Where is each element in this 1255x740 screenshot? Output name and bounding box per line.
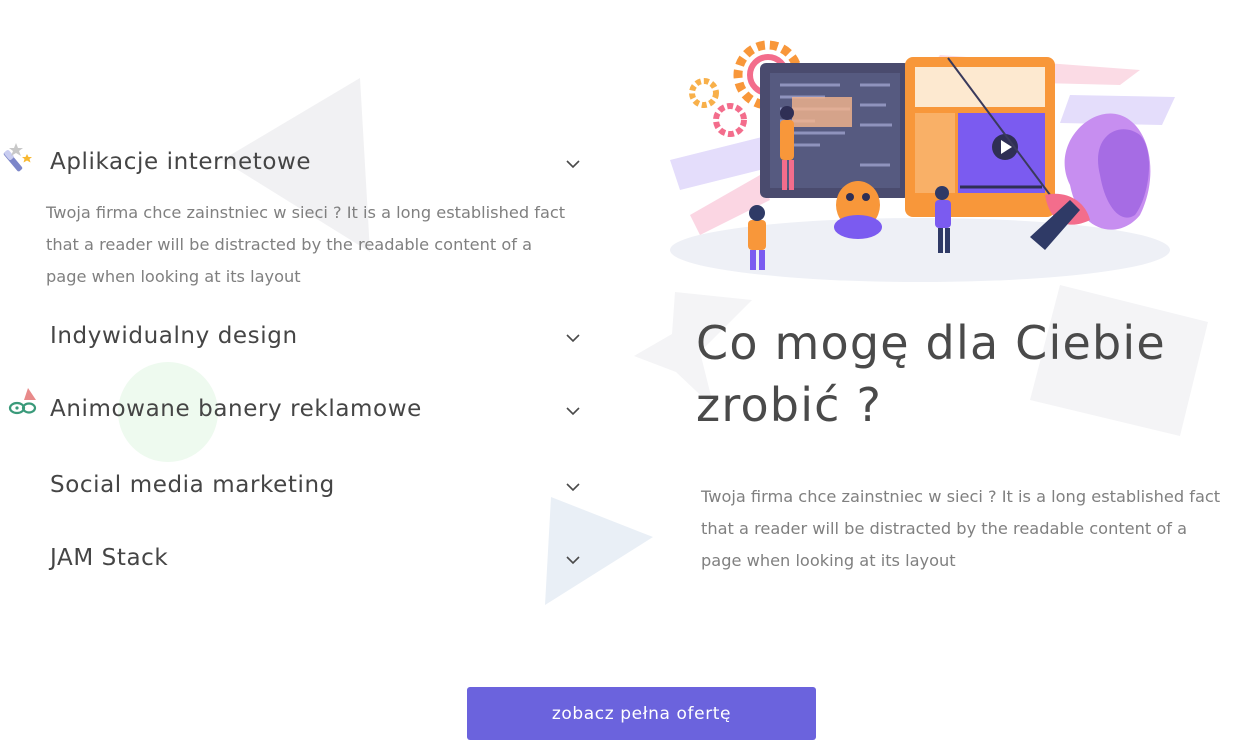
accordion-title: JAM Stack <box>50 545 169 571</box>
chevron-down-icon[interactable] <box>563 480 583 494</box>
services-accordion: Aplikacje internetowe Twoja firma chce z… <box>0 0 600 740</box>
hero-illustration <box>670 40 1175 282</box>
see-full-offer-button[interactable]: zobacz pełna ofertę <box>467 687 816 740</box>
accordion-item-aplikacje: Aplikacje internetowe Twoja firma chce z… <box>0 143 600 286</box>
chevron-down-icon[interactable] <box>563 157 583 171</box>
section-description: Twoja firma chce zainstniec w sieci ? It… <box>701 487 1221 570</box>
section-title: Co mogę dla Ciebie zrobić ? <box>696 316 1166 432</box>
accordion-title: Indywidualny design <box>50 323 298 349</box>
accordion-header-animowane-banery[interactable]: Animowane banery reklamowe <box>0 392 600 432</box>
accordion-item-social-media: Social media marketing <box>0 468 600 508</box>
accordion-item-indywidualny-design: Indywidualny design <box>0 319 600 359</box>
accordion-item-jam-stack: JAM Stack <box>0 541 600 581</box>
accordion-title: Social media marketing <box>50 472 335 498</box>
accordion-body-text: Twoja firma chce zainstniec w sieci ? It… <box>46 203 566 286</box>
chevron-down-icon[interactable] <box>563 404 583 418</box>
accordion-title: Animowane banery reklamowe <box>50 396 422 422</box>
accordion-header-aplikacje[interactable]: Aplikacje internetowe <box>0 145 600 185</box>
accordion-item-animowane-banery: Animowane banery reklamowe <box>0 388 600 432</box>
accordion-title: Aplikacje internetowe <box>50 149 312 175</box>
chevron-down-icon[interactable] <box>563 331 583 345</box>
accordion-header-social-media[interactable]: Social media marketing <box>0 468 600 508</box>
chevron-down-icon[interactable] <box>563 553 583 567</box>
accordion-header-jam-stack[interactable]: JAM Stack <box>0 541 600 581</box>
accordion-header-indywidualny-design[interactable]: Indywidualny design <box>0 319 600 359</box>
